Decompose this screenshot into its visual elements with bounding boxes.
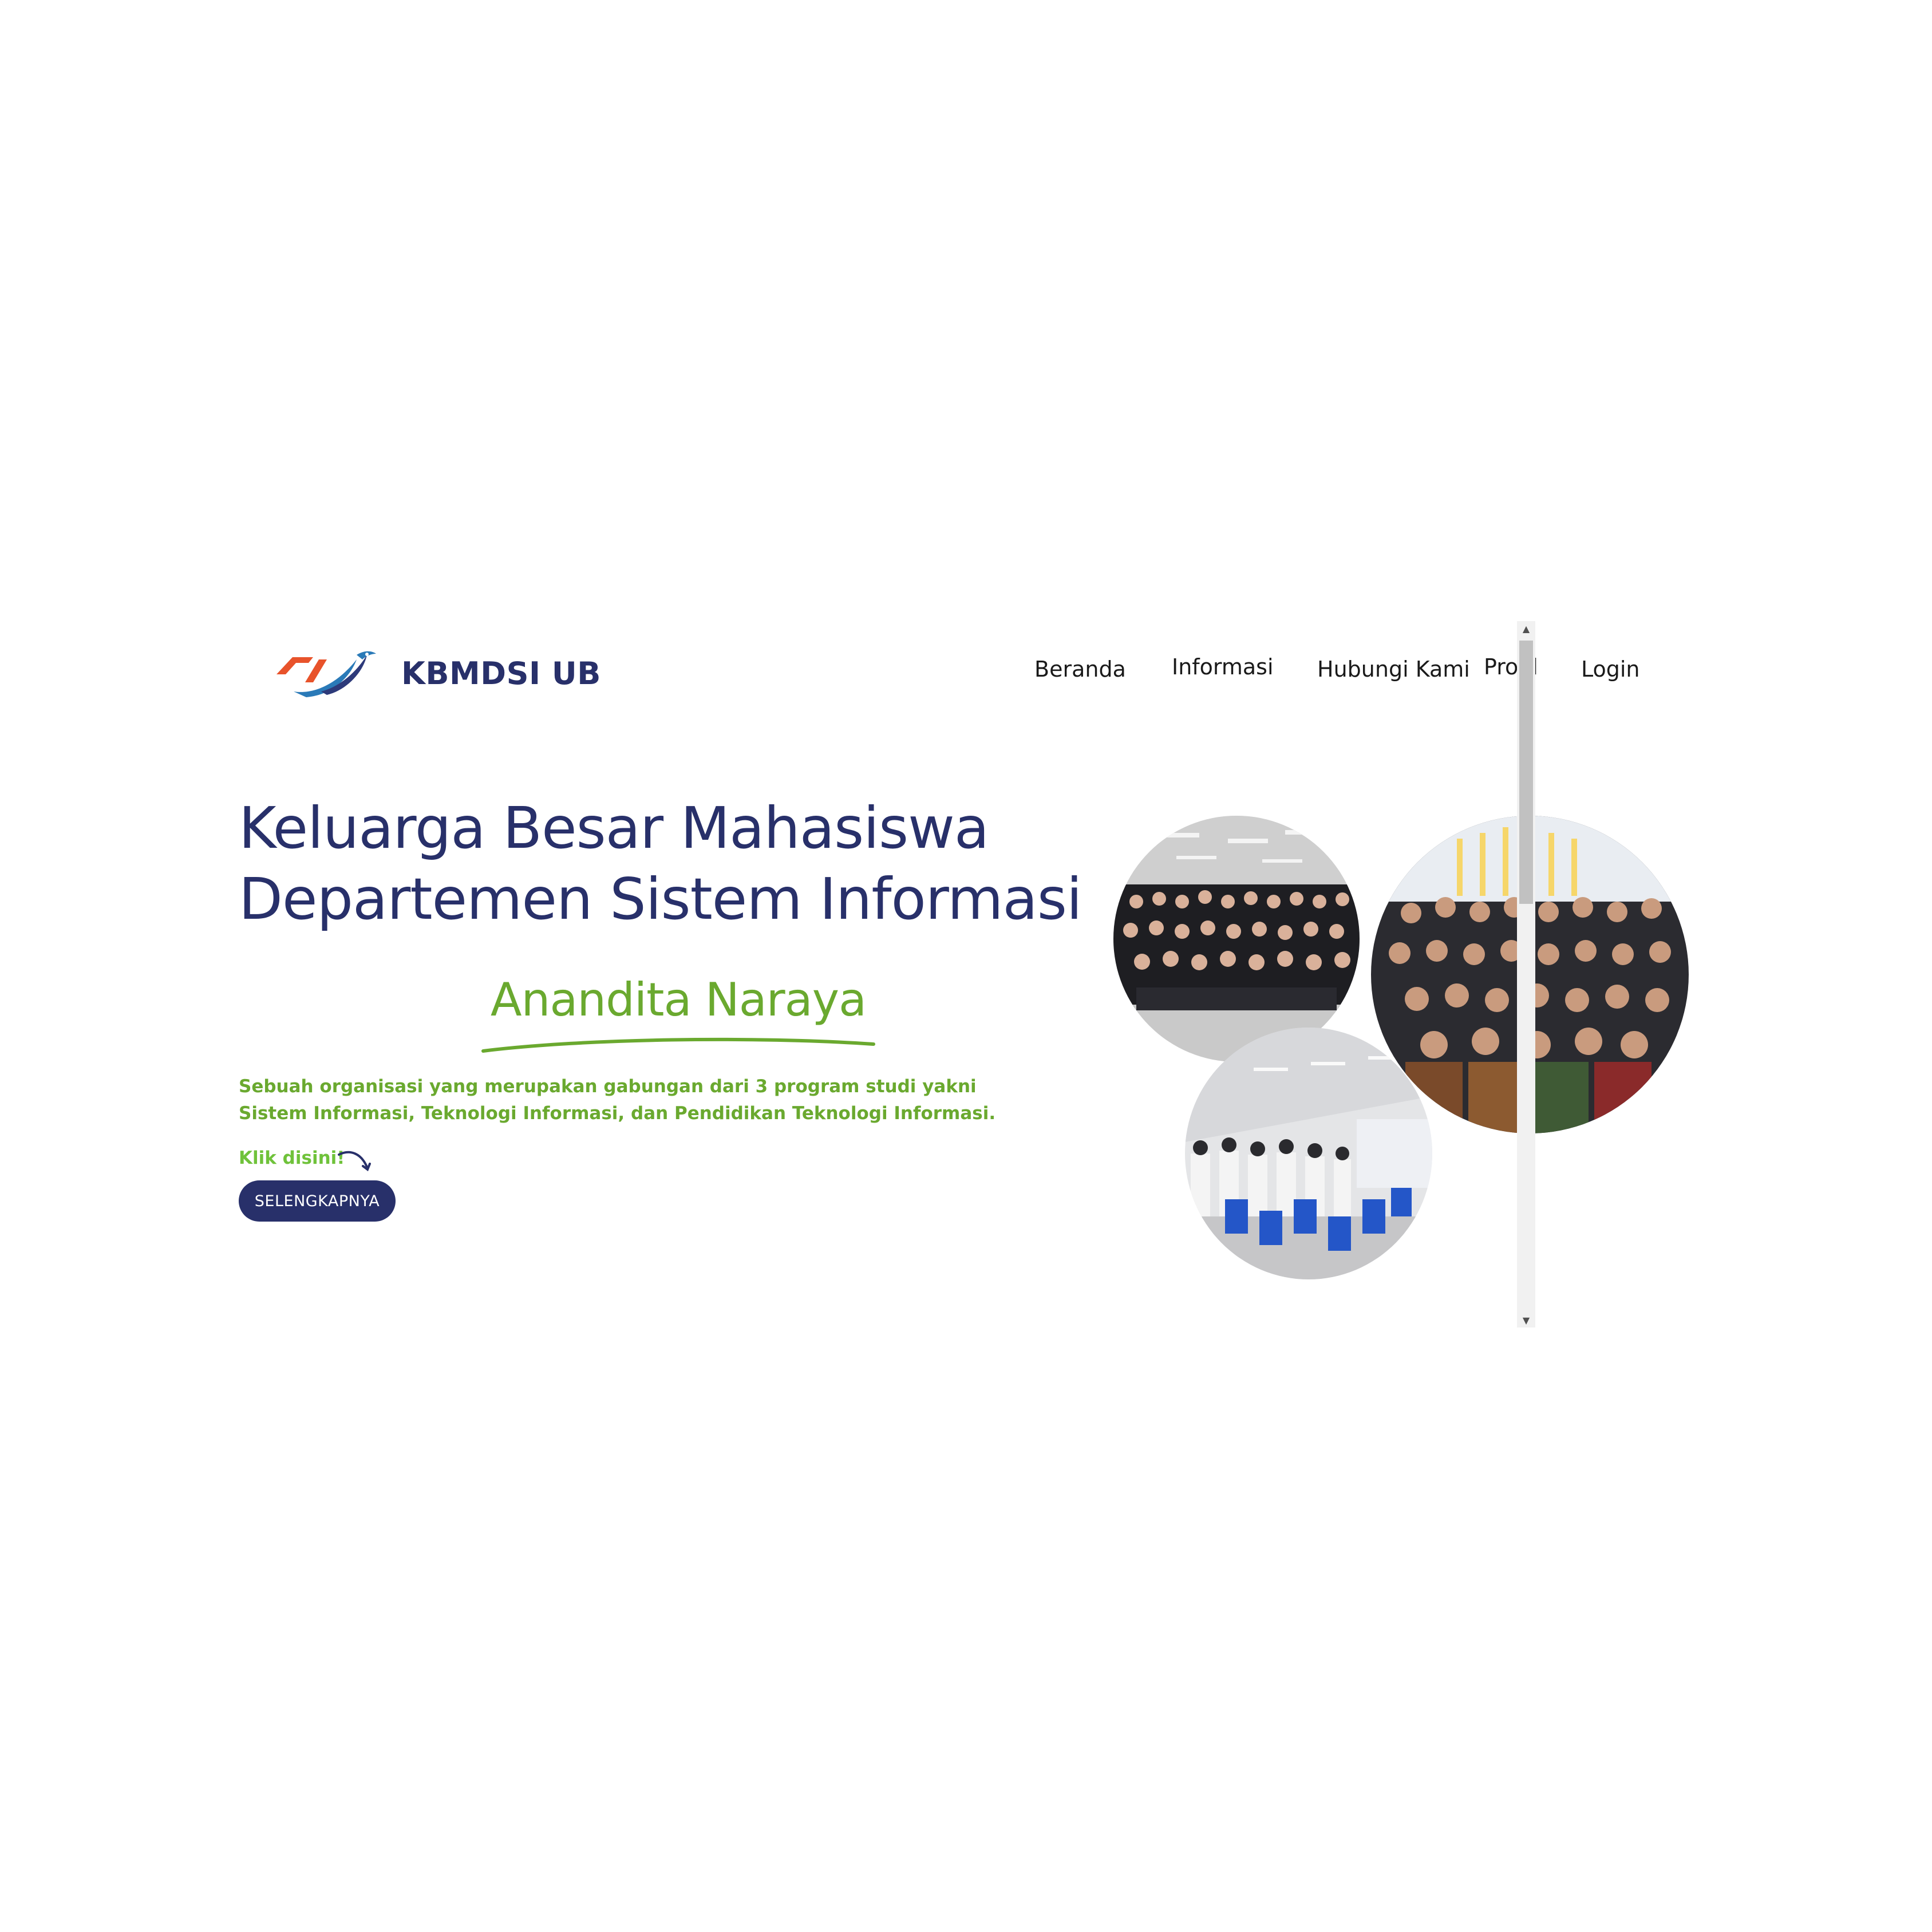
navbar: KBMDSI UB Beranda Informasi Hubungi Kami… xyxy=(226,621,1743,718)
nav-login[interactable]: Login xyxy=(1581,657,1640,682)
nav-hubungi-kami[interactable]: Hubungi Kami xyxy=(1317,657,1470,682)
hero-name: Anandita Naraya xyxy=(490,973,867,1026)
hero-name-block: Anandita Naraya xyxy=(481,973,876,1053)
scroll-up-arrow-icon[interactable]: ▲ xyxy=(1517,621,1535,636)
nav-informasi[interactable]: Informasi xyxy=(1172,654,1274,679)
page-canvas: KBMDSI UB Beranda Informasi Hubungi Kami… xyxy=(0,0,1932,1932)
scrollbar-thumb[interactable] xyxy=(1519,641,1533,904)
hero-description-line-2: Sistem Informasi, Teknologi Informasi, d… xyxy=(239,1103,996,1124)
selengkapnya-button[interactable]: SELENGKAPNYA xyxy=(239,1180,396,1222)
name-underline-swoosh xyxy=(481,1037,875,1053)
brand-name[interactable]: KBMDSI UB xyxy=(401,655,601,692)
group-photo-auditorium xyxy=(1185,1028,1432,1279)
hero-description-line-1: Sebuah organisasi yang merupakan gabunga… xyxy=(239,1076,977,1097)
browser-viewport: KBMDSI UB Beranda Informasi Hubungi Kami… xyxy=(226,621,1743,1327)
scroll-down-arrow-icon[interactable]: ▼ xyxy=(1517,1313,1535,1327)
curved-arrow-icon xyxy=(338,1151,371,1172)
kbmdsi-logo-icon[interactable] xyxy=(271,647,377,698)
klik-disini-label: Klik disini! xyxy=(239,1148,345,1168)
vertical-scrollbar[interactable]: ▲ ▼ xyxy=(1517,621,1535,1327)
group-photo-hall xyxy=(1113,816,1360,1062)
nav-beranda[interactable]: Beranda xyxy=(1034,657,1126,682)
hero-description: Sebuah organisasi yang merupakan gabunga… xyxy=(239,1073,996,1127)
